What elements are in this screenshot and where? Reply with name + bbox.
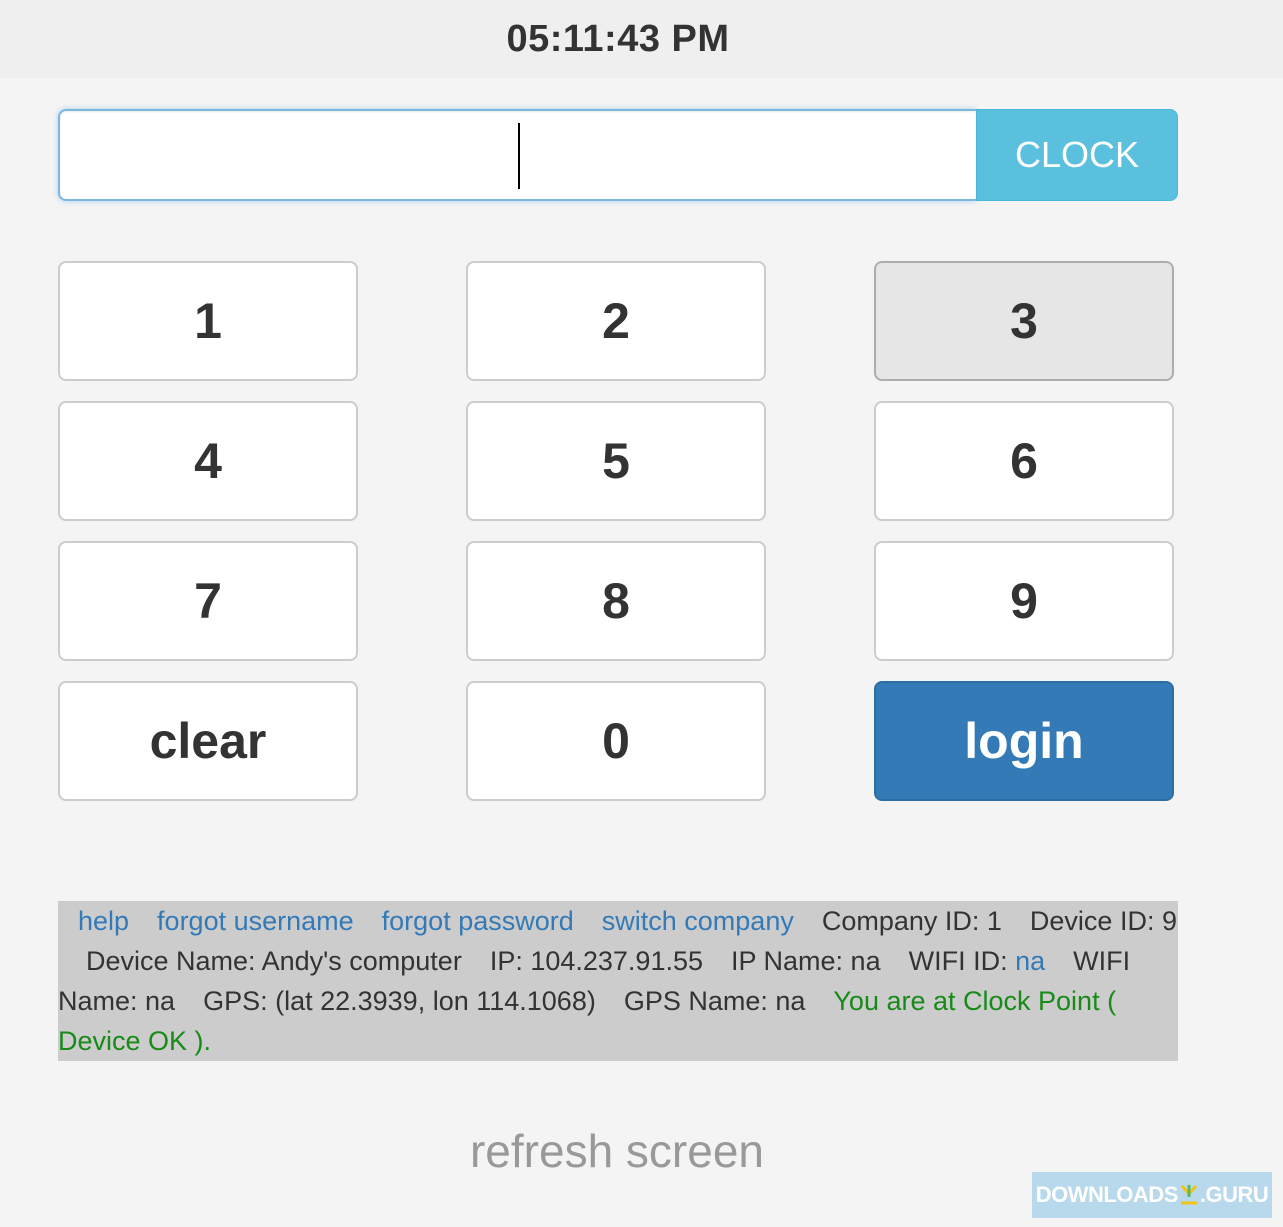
switch-company-link[interactable]: switch company — [602, 906, 794, 936]
download-arrow-icon — [1180, 1185, 1198, 1205]
watermark-left-text: DOWNLOADS — [1035, 1182, 1179, 1207]
header-bar: 05:11:43 PM — [0, 0, 1283, 78]
clock-button[interactable]: CLOCK — [976, 109, 1178, 201]
forgot-password-link[interactable]: forgot password — [382, 906, 574, 936]
ip-name: IP Name: na — [731, 946, 881, 976]
gps-location: GPS: (lat 22.3939, lon 114.1068) — [203, 986, 596, 1016]
key-3[interactable]: 3 — [874, 261, 1174, 381]
help-link[interactable]: help — [78, 906, 129, 936]
device-id: Device ID: 9 — [1029, 906, 1177, 936]
wifi-id-value[interactable]: na — [1015, 946, 1045, 976]
device-info-panel: help forgot username forgot password switch… — [58, 901, 1178, 1061]
key-6[interactable]: 6 — [874, 401, 1174, 521]
company-id: Company ID: 1 — [821, 906, 1002, 936]
keypad: 1 2 3 4 5 6 7 8 9 clear 0 login — [58, 261, 1174, 801]
key-1[interactable]: 1 — [58, 261, 358, 381]
login-button[interactable]: login — [874, 681, 1174, 801]
forgot-username-link[interactable]: forgot username — [157, 906, 354, 936]
device-name: Device Name: Andy's computer — [86, 946, 462, 976]
key-2[interactable]: 2 — [466, 261, 766, 381]
clear-button[interactable]: clear — [58, 681, 358, 801]
pin-input-group: CLOCK — [58, 109, 1178, 201]
refresh-screen-link[interactable]: refresh screen — [0, 1124, 1234, 1178]
pin-input[interactable] — [58, 109, 976, 201]
key-8[interactable]: 8 — [466, 541, 766, 661]
watermark-right-text: .GURU — [1199, 1182, 1269, 1207]
current-time: 05:11:43 PM — [506, 17, 730, 60]
downloads-guru-watermark: DOWNLOADS .GURU — [1032, 1172, 1272, 1218]
ip-address: IP: 104.237.91.55 — [489, 946, 703, 976]
key-7[interactable]: 7 — [58, 541, 358, 661]
gps-name: GPS Name: na — [623, 986, 806, 1016]
wifi-id-label: WIFI ID: — [908, 946, 1008, 976]
key-9[interactable]: 9 — [874, 541, 1174, 661]
text-caret — [518, 123, 520, 189]
key-4[interactable]: 4 — [58, 401, 358, 521]
key-5[interactable]: 5 — [466, 401, 766, 521]
key-0[interactable]: 0 — [466, 681, 766, 801]
